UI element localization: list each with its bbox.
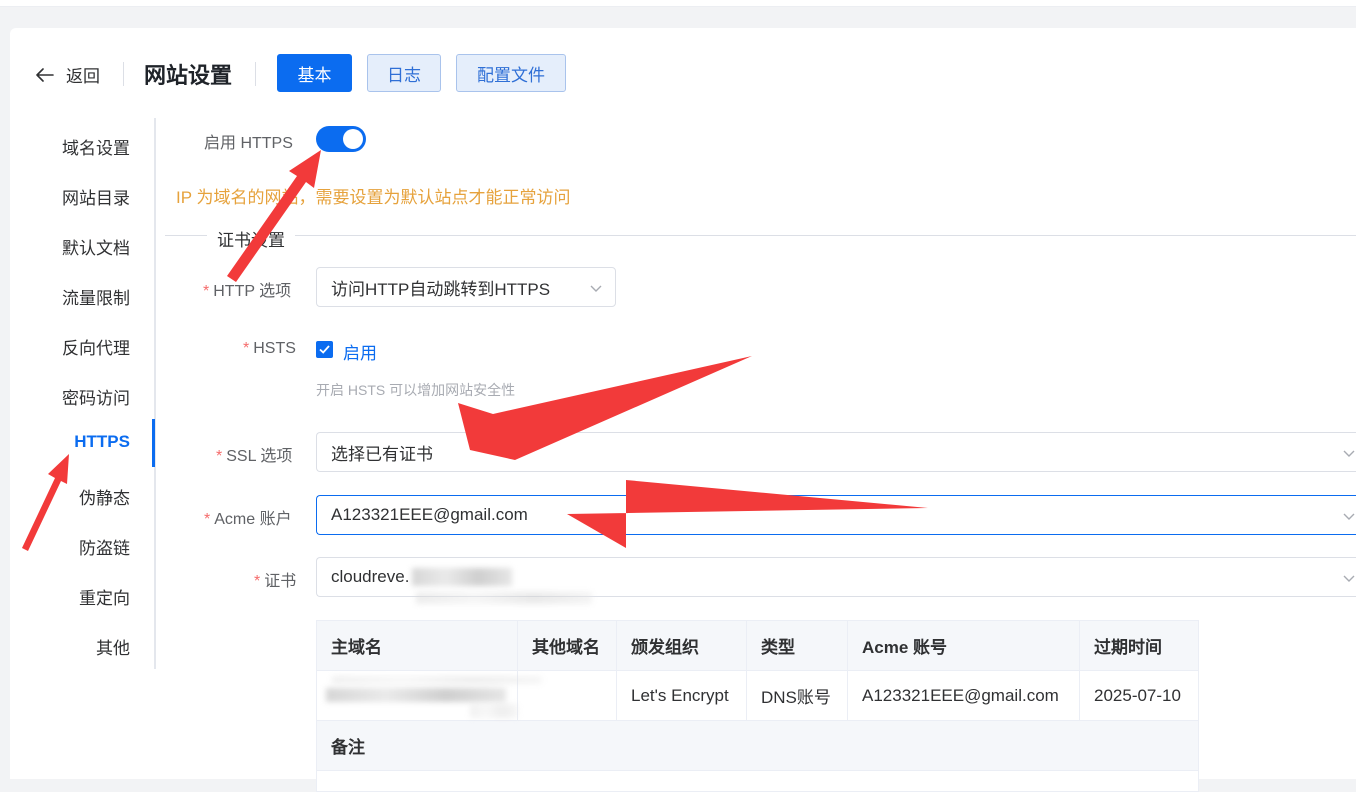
- http-option-value: 访问HTTP自动跳转到HTTPS: [331, 279, 551, 299]
- certificate-label: * 证书: [254, 573, 297, 590]
- sidebar-item-https[interactable]: HTTPS: [74, 432, 130, 452]
- sidebar-item-domain[interactable]: 域名设置: [62, 134, 130, 159]
- header-divider-2: [255, 62, 256, 86]
- col-primary-domain: 主域名: [316, 620, 518, 671]
- http-option-label-text: HTTP 选项: [213, 283, 292, 300]
- certificate-table: 主域名 其他域名 颁发组织 类型 Acme 账号 过期时间 Let's Encr…: [316, 620, 1199, 792]
- certificate-label-text: 证书: [264, 573, 297, 590]
- page-title: 网站设置: [144, 63, 233, 88]
- sidebar-nav: 域名设置 网站目录 默认文档 流量限制 反向代理 密码访问 HTTPS 伪静态 …: [0, 118, 156, 669]
- sidebar-item-traffic-limit[interactable]: 流量限制: [62, 284, 130, 309]
- cell-type: DNS账号: [746, 670, 848, 721]
- acme-account-label-text: Acme 账户: [214, 511, 292, 528]
- ssl-option-value: 选择已有证书: [331, 444, 433, 464]
- tab-config-file[interactable]: 配置文件: [456, 54, 566, 92]
- http-option-label: * HTTP 选项: [203, 283, 292, 300]
- check-icon: [319, 345, 330, 354]
- col-remark: 备注: [316, 720, 1199, 771]
- enable-https-label: 启用 HTTPS: [204, 135, 293, 152]
- ssl-option-select[interactable]: 选择已有证书: [316, 432, 1356, 472]
- acme-account-value: A123321EEE@gmail.com: [331, 505, 528, 524]
- sidebar-active-indicator: [152, 419, 155, 467]
- http-option-select[interactable]: 访问HTTP自动跳转到HTTPS: [316, 267, 616, 307]
- col-expires: 过期时间: [1079, 620, 1199, 671]
- sidebar-item-rewrite[interactable]: 伪静态: [79, 484, 130, 509]
- sidebar-item-password-access[interactable]: 密码访问: [62, 384, 130, 409]
- table-header-row: 主域名 其他域名 颁发组织 类型 Acme 账号 过期时间: [316, 620, 1199, 671]
- section-title: 证书设置: [207, 226, 295, 251]
- tab-basic[interactable]: 基本: [277, 54, 352, 92]
- sidebar-item-reverse-proxy[interactable]: 反向代理: [62, 334, 130, 359]
- cell-expires: 2025-07-10: [1079, 670, 1199, 721]
- hsts-label: * HSTS: [243, 340, 296, 357]
- sidebar-item-hotlink[interactable]: 防盗链: [79, 534, 130, 559]
- redacted-cert-name: [412, 568, 512, 586]
- back-button[interactable]: 返回: [36, 62, 100, 87]
- acme-account-select[interactable]: A123321EEE@gmail.com: [316, 495, 1356, 535]
- sidebar-item-default-doc[interactable]: 默认文档: [62, 234, 130, 259]
- enable-https-switch[interactable]: [316, 126, 366, 152]
- top-strip: [0, 0, 1356, 7]
- chevron-down-icon: [1343, 513, 1355, 520]
- redacted-primary-domain-2: [332, 676, 542, 684]
- redacted-primary-domain: [326, 688, 506, 702]
- col-acme-account: Acme 账号: [847, 620, 1080, 671]
- col-issuer: 颁发组织: [616, 620, 747, 671]
- hsts-checkbox-label[interactable]: 启用: [343, 339, 377, 364]
- switch-knob: [343, 129, 363, 149]
- tab-logs[interactable]: 日志: [367, 54, 441, 92]
- col-type: 类型: [746, 620, 848, 671]
- table-remark-header-row: 备注: [316, 720, 1199, 771]
- col-other-domains: 其他域名: [517, 620, 617, 671]
- https-warning: IP 为域名的网站，需要设置为默认站点才能正常访问: [176, 188, 571, 207]
- ssl-option-label-text: SSL 选项: [226, 448, 293, 465]
- redacted-primary-domain-3: [470, 704, 518, 718]
- redacted-cert-name-2: [416, 592, 592, 604]
- hsts-label-text: HSTS: [253, 340, 296, 357]
- certificate-value: cloudreve.: [331, 567, 410, 586]
- hsts-hint: 开启 HSTS 可以增加网站安全性: [316, 382, 516, 398]
- section-divider: [165, 235, 1356, 236]
- table-remark-row: [316, 770, 1199, 792]
- cell-issuer: Let's Encrypt: [616, 670, 747, 721]
- acme-account-label: * Acme 账户: [204, 511, 292, 528]
- chevron-down-icon: [1343, 575, 1355, 582]
- chevron-down-icon: [590, 285, 602, 292]
- chevron-down-icon: [1343, 450, 1355, 457]
- header-divider: [123, 62, 124, 86]
- sidebar-item-site-dir[interactable]: 网站目录: [62, 184, 130, 209]
- hsts-checkbox[interactable]: [316, 341, 333, 358]
- cell-remark: [316, 770, 1199, 792]
- arrow-left-icon: [36, 67, 54, 82]
- sidebar-item-other[interactable]: 其他: [96, 634, 130, 659]
- cell-acme-account: A123321EEE@gmail.com: [847, 670, 1080, 721]
- sidebar-item-redirect[interactable]: 重定向: [79, 584, 130, 609]
- back-label: 返回: [66, 67, 100, 86]
- ssl-option-label: * SSL 选项: [216, 448, 293, 465]
